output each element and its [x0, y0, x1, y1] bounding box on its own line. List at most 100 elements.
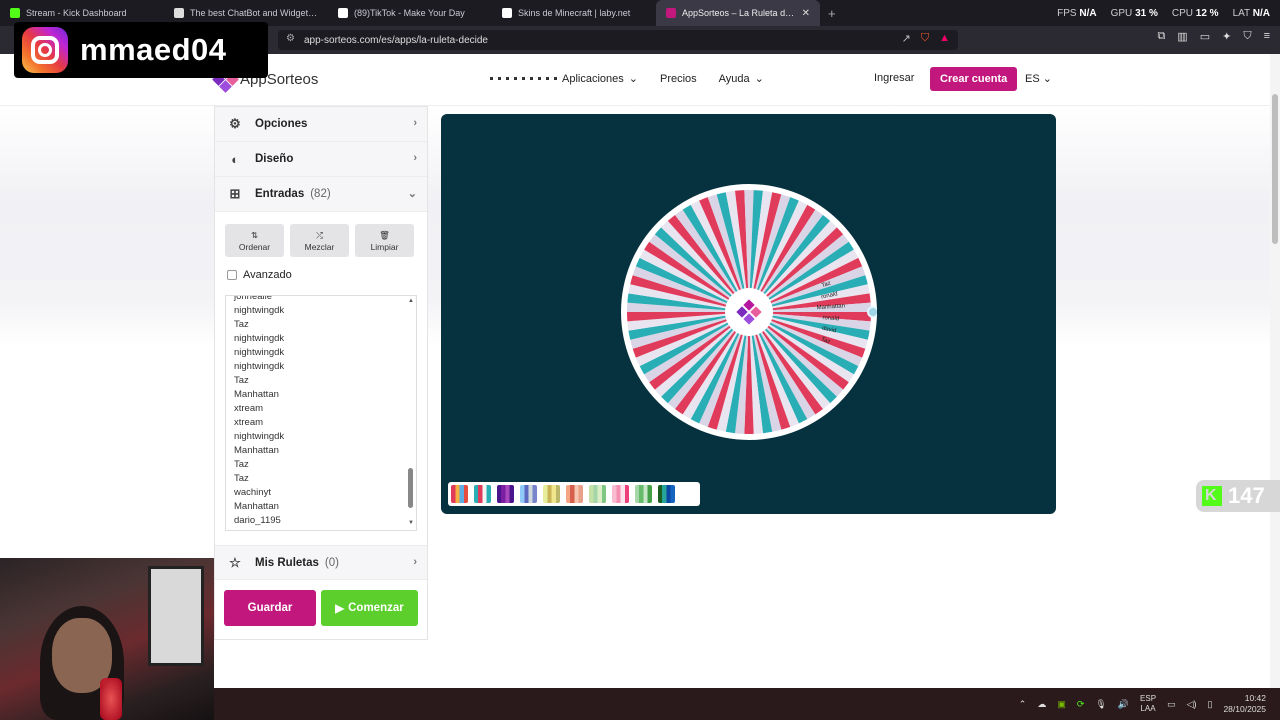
page-scroll-thumb[interactable] — [1272, 94, 1278, 244]
perf-metric: FPS N/A — [1057, 8, 1096, 19]
nav-aplicaciones[interactable]: Aplicaciones ⌄ — [490, 72, 638, 85]
perf-metric: GPU 31 % — [1111, 8, 1158, 19]
chevron-down-icon: ⌄ — [754, 73, 764, 85]
rewards-icon[interactable]: ▲ — [939, 32, 950, 45]
sort-button[interactable]: ⇅ Ordenar — [225, 224, 284, 257]
new-tab-button[interactable]: + — [820, 6, 844, 21]
clock[interactable]: 10:42 28/10/2025 — [1223, 693, 1266, 715]
address-bar[interactable]: ⚙ app-sorteos.com/es/apps/la-ruleta-deci… — [278, 30, 958, 50]
palette-swatch[interactable] — [497, 485, 514, 503]
chevron-right-icon: › — [413, 556, 417, 568]
accordion-mis-ruletas-label: Mis Ruletas — [255, 556, 319, 569]
accordion-opciones[interactable]: ⚙ Opciones › — [215, 107, 427, 142]
mic-icon[interactable]: 🎙 — [1095, 699, 1106, 710]
webcam-light — [100, 678, 122, 720]
entry-item: dario_1195 — [234, 515, 281, 526]
gear-icon: ⚙ — [229, 116, 241, 131]
tab-favicon-icon — [502, 8, 512, 18]
entries-scrollbar[interactable]: ▲ ▼ — [408, 298, 414, 526]
save-button[interactable]: Guardar — [224, 590, 316, 626]
language-selector[interactable]: ES ⌄ — [1025, 72, 1052, 85]
nav-aplicaciones-label: Aplicaciones — [562, 72, 624, 85]
vpn-icon[interactable]: ⛉ — [1243, 30, 1251, 43]
scroll-up-icon[interactable]: ▲ — [408, 298, 414, 304]
prize-wheel[interactable]: TazronaldManhattanronalddavidTaz — [621, 184, 877, 440]
wheel-hub[interactable] — [725, 288, 773, 336]
accordion-entradas[interactable]: ⊞ Entradas (82) ⌄ — [215, 177, 427, 212]
kick-count: 147 — [1228, 483, 1265, 508]
speaker-icon[interactable]: ◁) — [1187, 699, 1197, 710]
entries-textarea[interactable]: johnealle nightwingdk Taz nightwingdk nightw… — [225, 295, 417, 531]
url-text: app-sorteos.com/es/apps/la-ruleta-decide — [304, 34, 488, 46]
entry-item: nightwingdk — [234, 431, 285, 442]
tab-title: (89)TikTok - Make Your Day — [354, 8, 465, 18]
performance-overlay: FPS N/A GPU 31 % CPU 12 % LAT N/A — [1057, 0, 1270, 26]
site-info-icon[interactable]: ⚙ — [286, 33, 295, 44]
cloud-icon[interactable]: ☁ — [1037, 699, 1046, 710]
sync-icon[interactable]: ⟳ — [1077, 699, 1085, 710]
entries-count: (82) — [310, 188, 331, 200]
leo-icon[interactable]: ✦ — [1222, 30, 1231, 43]
perf-value: N/A — [1079, 7, 1097, 19]
webcam-window — [148, 566, 204, 666]
apps-grid-icon — [490, 77, 557, 80]
scroll-down-icon[interactable]: ▼ — [408, 520, 414, 526]
perf-label: CPU — [1171, 7, 1193, 19]
advanced-label: Avanzado — [243, 269, 292, 281]
wallet-icon[interactable]: ▭ — [1200, 30, 1210, 43]
entry-item: nightwingdk — [234, 347, 285, 358]
extensions-icon[interactable]: ⧉ — [1157, 30, 1165, 43]
clear-button[interactable]: 🗑 Limpiar — [355, 224, 414, 257]
accordion-mis-ruletas[interactable]: ☆ Mis Ruletas (0) › — [215, 545, 427, 580]
advanced-checkbox[interactable]: Avanzado — [215, 265, 427, 285]
palette-swatch[interactable] — [474, 485, 491, 503]
theme-palette — [448, 482, 700, 506]
palette-swatch[interactable] — [566, 485, 583, 503]
brave-shield-icon[interactable]: ⛉ — [921, 32, 929, 45]
entry-item: Manhattan — [234, 501, 279, 512]
palette-swatch[interactable] — [543, 485, 560, 503]
perf-label: LAT — [1232, 7, 1250, 19]
palette-swatch[interactable] — [658, 485, 675, 503]
page-scrollbar[interactable] — [1270, 54, 1280, 688]
checkbox-box[interactable] — [227, 270, 237, 280]
login-link[interactable]: Ingresar — [874, 72, 914, 84]
menu-icon[interactable]: ≡ — [1264, 30, 1270, 43]
input-language[interactable]: ESP LAA — [1140, 694, 1156, 714]
battery-icon[interactable]: ▯ — [1208, 699, 1213, 710]
wheel-label: ronald — [822, 315, 839, 322]
chevron-up-icon[interactable]: ⌃ — [1019, 699, 1027, 710]
nav-precios[interactable]: Precios — [660, 72, 697, 85]
share-icon[interactable]: ↗ — [902, 32, 911, 45]
palette-swatch[interactable] — [589, 485, 606, 503]
wheel-pointer — [867, 306, 877, 318]
browser-tab[interactable]: Skins de Minecraft | laby.net — [492, 0, 656, 26]
start-button[interactable]: ▶ Comenzar — [321, 590, 418, 626]
close-icon[interactable]: ✕ — [802, 8, 810, 19]
sort-icon: ⇅ — [250, 229, 259, 240]
browser-tab[interactable]: (89)TikTok - Make Your Day — [328, 0, 492, 26]
palette-swatch[interactable] — [451, 485, 468, 503]
palette-swatch[interactable] — [635, 485, 652, 503]
entry-item: nightwingdk — [234, 305, 285, 316]
shuffle-button[interactable]: ⤮ Mezclar — [290, 224, 349, 257]
nav-ayuda[interactable]: Ayuda ⌄ — [718, 72, 764, 86]
shuffle-icon: ⤮ — [316, 229, 323, 240]
instagram-icon — [22, 27, 68, 73]
entry-item: Manhattan — [234, 445, 279, 456]
entry-item: xtream — [234, 403, 264, 414]
clear-label: Limpiar — [370, 241, 399, 252]
browser-tab[interactable]: AppSorteos – La Ruleta de la Suerte ✕ — [656, 0, 820, 26]
palette-icon: ◐ — [231, 151, 239, 167]
palette-swatch[interactable] — [520, 485, 537, 503]
palette-swatch[interactable] — [612, 485, 629, 503]
signup-button[interactable]: Crear cuenta — [930, 67, 1018, 91]
volume-icon[interactable]: 🔊 — [1118, 699, 1129, 710]
scroll-thumb[interactable] — [408, 468, 413, 508]
primary-actions: Guardar ▶ Comenzar — [215, 580, 427, 636]
accordion-diseno[interactable]: ◐ Diseño › — [215, 142, 427, 177]
nvidia-icon[interactable]: ▣ — [1057, 699, 1066, 710]
sidebar-icon[interactable]: ▥ — [1177, 30, 1187, 43]
nav-ayuda-label: Ayuda — [718, 72, 750, 85]
network-icon[interactable]: ▭ — [1167, 699, 1176, 710]
